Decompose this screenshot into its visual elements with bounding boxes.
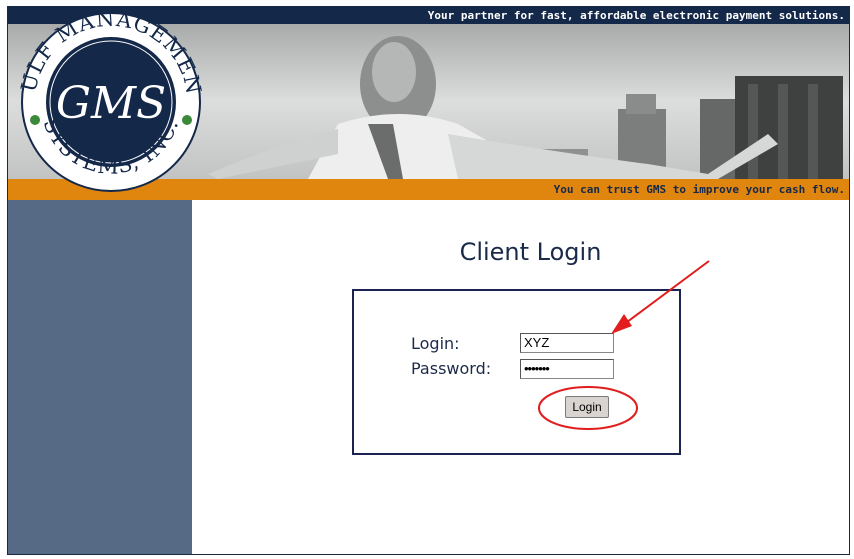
- page-title: Client Login: [459, 238, 602, 266]
- main-content: Client Login Login: XYZ Password: ••••••…: [192, 200, 849, 554]
- login-button[interactable]: Login: [565, 396, 609, 418]
- password-label: Password:: [411, 359, 492, 378]
- sidebar: [8, 200, 192, 554]
- gms-logo: GULF MANAGEMENT SYSTEMS, INC. GMS: [8, 7, 208, 192]
- page-frame: Your partner for fast, affordable electr…: [7, 6, 850, 555]
- login-form: Login: XYZ Password: ••••••• Login: [352, 289, 681, 455]
- login-label: Login:: [411, 334, 460, 353]
- password-input[interactable]: •••••••: [520, 359, 614, 379]
- logo-monogram: GMS: [56, 78, 166, 129]
- login-input[interactable]: XYZ: [520, 333, 614, 353]
